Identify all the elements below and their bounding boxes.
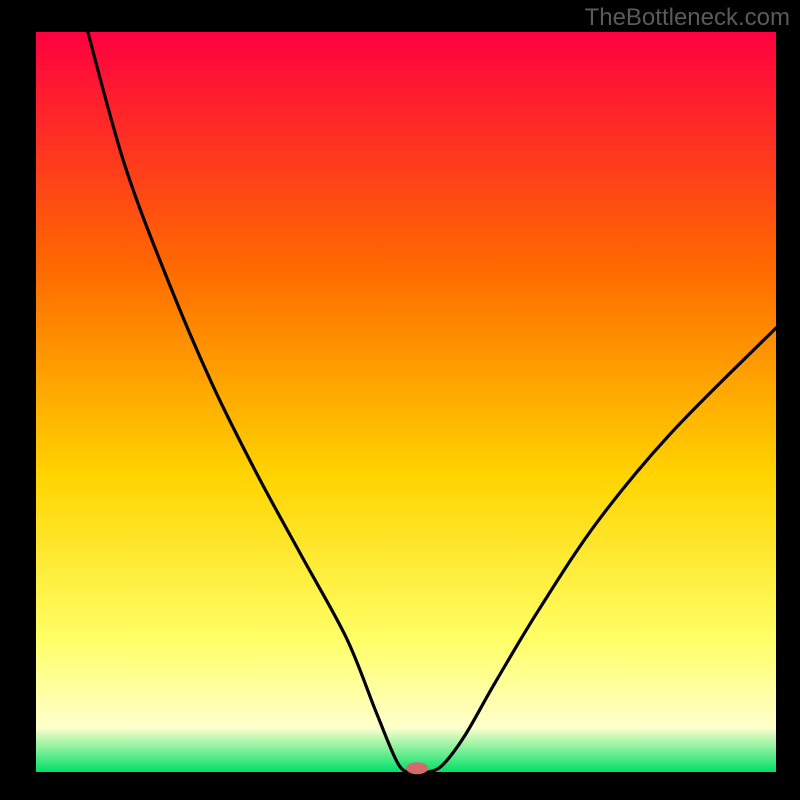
watermark-label: TheBottleneck.com	[585, 4, 790, 32]
plot-background	[36, 32, 776, 772]
bottleneck-marker	[406, 762, 428, 774]
bottleneck-chart: TheBottleneck.com	[0, 0, 800, 800]
chart-svg	[0, 0, 800, 800]
